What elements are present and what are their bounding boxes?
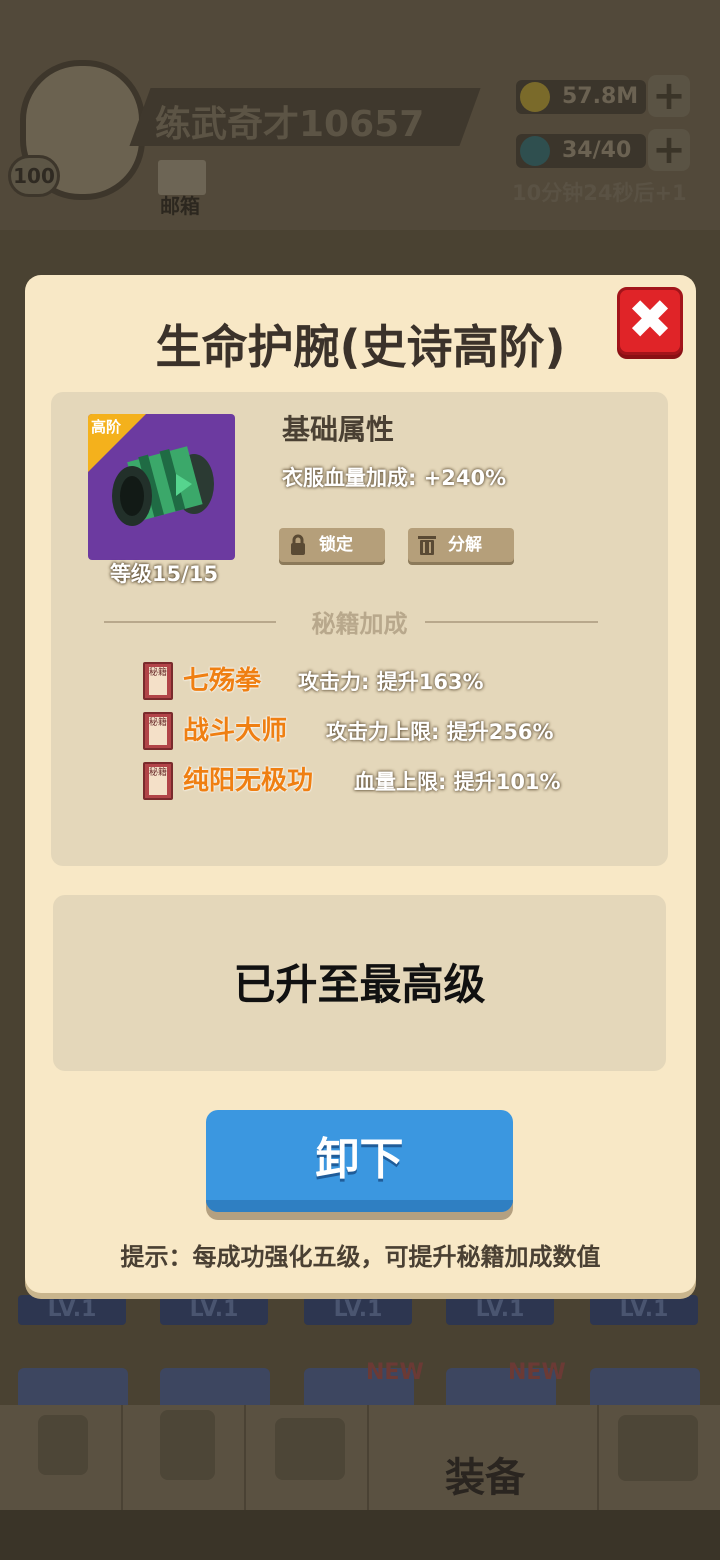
item-level: 等级15/15 — [109, 562, 219, 586]
base-attr-heading: 基础属性 — [282, 413, 395, 446]
secret-book-icon: 秘籍 — [143, 662, 173, 700]
decompose-label: 分解 — [448, 535, 482, 555]
item-detail-dialog: 生命护腕(史诗高阶) ✖ 高阶 等级15/15 基础属性 衣服血量加成: +24… — [25, 275, 696, 1293]
decompose-button[interactable]: 分解 — [408, 528, 514, 562]
close-x-icon: ✖ — [627, 288, 673, 351]
secret-effect: 血量上限: 提升101% — [354, 770, 561, 794]
secret-book-icon: 秘籍 — [143, 712, 173, 750]
unequip-label: 卸下 — [315, 1134, 404, 1185]
item-info-panel: 高阶 等级15/15 基础属性 衣服血量加成: +240% 锁定 分解 秘籍加成 — [51, 392, 668, 866]
tier-badge: 高阶 — [91, 418, 122, 436]
hint-text: 提示：每成功强化五级，可提升秘籍加成数值 — [120, 1243, 601, 1271]
trash-icon — [418, 536, 436, 555]
item-icon-frame: 高阶 — [88, 414, 235, 560]
base-attr-stat: 衣服血量加成: +240% — [282, 466, 507, 490]
upgrade-status-panel: 已升至最高级 — [53, 895, 666, 1071]
lock-label: 锁定 — [319, 535, 353, 555]
secret-book-icon: 秘籍 — [143, 762, 173, 800]
secret-name: 七殇拳 — [183, 666, 262, 696]
secret-name: 纯阳无极功 — [183, 766, 314, 796]
secret-effect: 攻击力: 提升163% — [298, 670, 484, 694]
lock-icon — [291, 534, 305, 555]
max-level-text: 已升至最高级 — [233, 960, 486, 1009]
unequip-button[interactable]: 卸下 — [206, 1110, 513, 1212]
close-button[interactable]: ✖ — [617, 287, 683, 355]
secret-effect: 攻击力上限: 提升256% — [326, 720, 554, 744]
secret-name: 战斗大师 — [183, 716, 288, 746]
dialog-title: 生命护腕(史诗高阶) — [155, 320, 566, 374]
divider-right — [425, 621, 598, 623]
lock-button[interactable]: 锁定 — [279, 528, 385, 562]
